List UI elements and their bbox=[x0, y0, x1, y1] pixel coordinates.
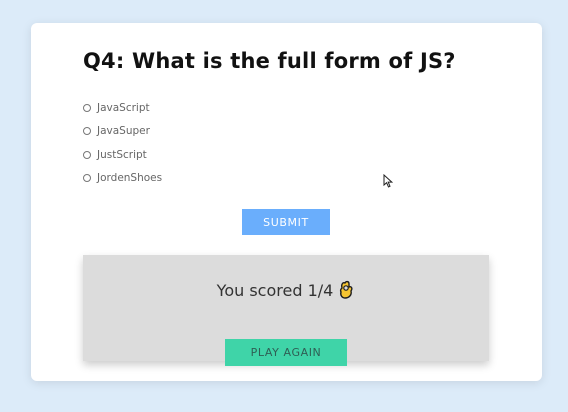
submit-button[interactable]: SUBMIT bbox=[242, 209, 330, 235]
answer-option-label: JordenShoes bbox=[97, 172, 163, 185]
radio-button[interactable] bbox=[83, 174, 91, 183]
answer-option-justscript[interactable]: JustScript bbox=[83, 143, 162, 167]
ok-hand-icon bbox=[340, 280, 353, 299]
radio-button[interactable] bbox=[83, 127, 91, 136]
answer-option-jordenshoes[interactable]: JordenShoes bbox=[83, 167, 162, 191]
answer-option-javascript[interactable]: JavaScript bbox=[83, 96, 162, 120]
answer-option-label: JustScript bbox=[97, 148, 147, 161]
question-title: Q4: What is the full form of JS? bbox=[83, 49, 456, 73]
mouse-cursor-icon bbox=[383, 174, 393, 188]
radio-button[interactable] bbox=[83, 103, 91, 112]
answer-option-javasuper[interactable]: JavaSuper bbox=[83, 120, 162, 144]
quiz-card: Q4: What is the full form of JS? JavaScr… bbox=[31, 23, 542, 381]
score-text: You scored 1/4 bbox=[216, 280, 334, 300]
radio-button[interactable] bbox=[83, 150, 91, 159]
play-again-button[interactable]: PLAY AGAIN bbox=[225, 339, 347, 366]
answer-options-list: JavaScript JavaSuper JustScript JordenSh… bbox=[83, 96, 162, 190]
answer-option-label: JavaSuper bbox=[97, 125, 150, 138]
page-background: Q4: What is the full form of JS? JavaScr… bbox=[0, 0, 568, 412]
score-panel: You scored 1/4 PLAY AGAIN bbox=[83, 255, 489, 366]
answer-option-label: JavaScript bbox=[97, 101, 150, 114]
score-message: You scored 1/4 bbox=[83, 280, 489, 300]
